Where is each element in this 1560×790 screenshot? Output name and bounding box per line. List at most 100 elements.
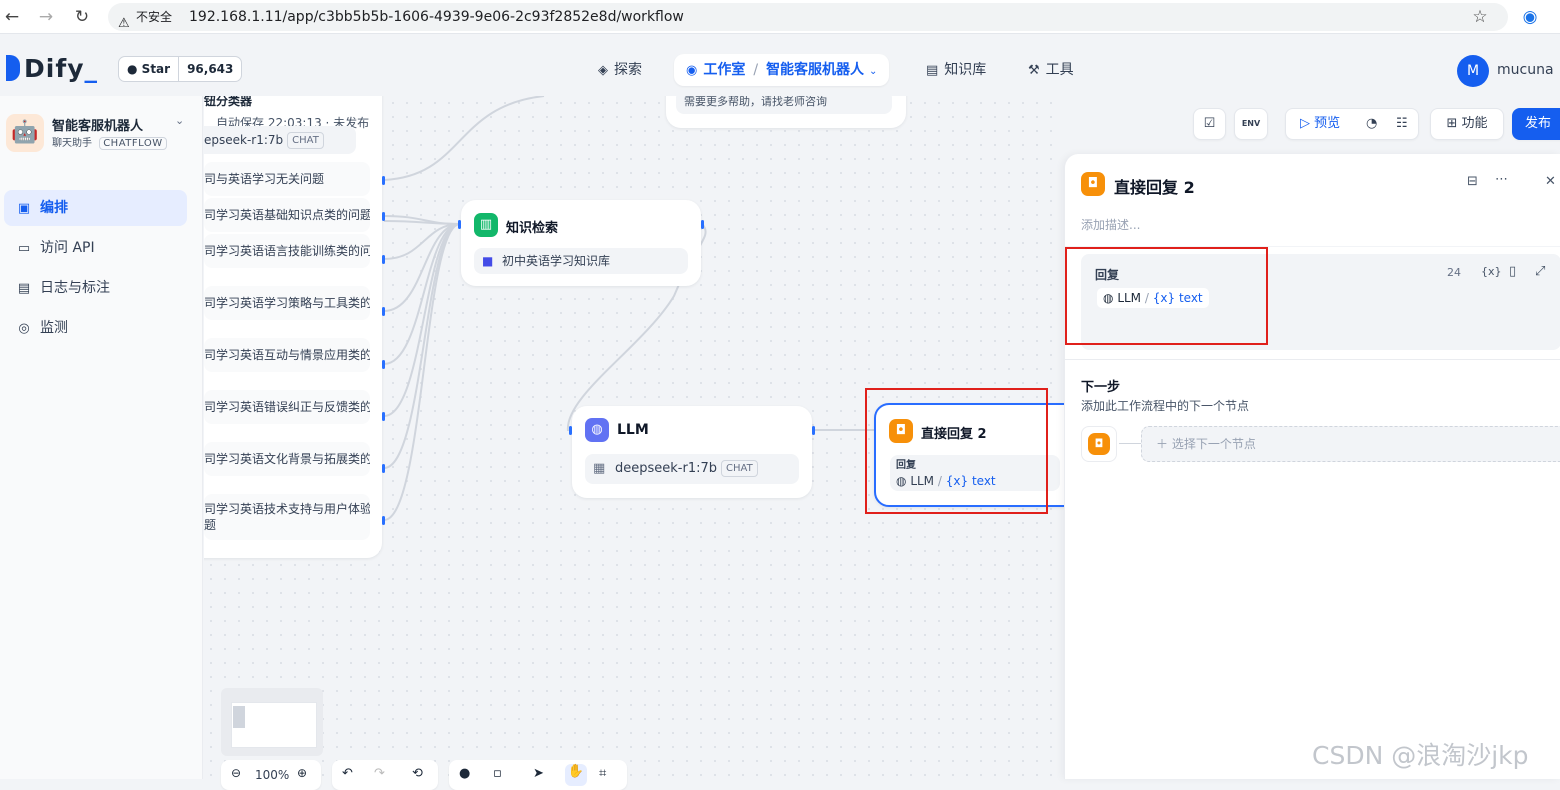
publish-button[interactable]: 发布	[1512, 108, 1560, 140]
output-handle[interactable]	[382, 412, 385, 421]
nav-knowledge[interactable]: ▤ 知识库	[926, 54, 986, 86]
app-header: Dify_ ● Star 96,643 ◈ 探索 ◉ 工作室 / 智能客服机器人 ⌄ ▤…	[0, 34, 1560, 96]
features-button[interactable]: ⊞ 功能	[1430, 108, 1504, 140]
terminal-icon: ▭	[17, 241, 31, 256]
current-node-block: ◘	[1081, 426, 1117, 462]
zoom-out-icon[interactable]: ⊖	[231, 766, 241, 780]
dataset-item[interactable]: ■ 初中英语学习知识库	[474, 248, 688, 274]
current-app-breadcrumb[interactable]: 智能客服机器人	[766, 62, 864, 78]
reload-icon[interactable]: ↻	[72, 7, 92, 27]
github-star-button[interactable]: ● Star 96,643	[118, 56, 243, 82]
minimap[interactable]	[221, 688, 323, 756]
sidebar-item-orchestrate[interactable]: ▣ 编排	[4, 190, 187, 226]
class-item[interactable]: 司学习英语基础知识点类的问题	[204, 198, 370, 232]
knowledge-retrieval-node[interactable]: ▥ 知识检索 ■ 初中英语学习知识库	[461, 200, 701, 286]
play-icon: ▷	[1300, 116, 1310, 131]
sidebar-item-monitor[interactable]: ◎ 监测	[4, 310, 187, 346]
more-icon[interactable]: ⋯	[1495, 172, 1508, 187]
next-step-desc: 添加此工作流程中的下一个节点	[1081, 399, 1250, 413]
preview-button[interactable]: ▷ 预览 ◔ ☷	[1285, 108, 1419, 140]
model-selector[interactable]: epseek-r1:7b CHAT	[204, 126, 356, 154]
output-handle[interactable]	[382, 464, 385, 473]
checklist-icon[interactable]: ☷	[1396, 109, 1408, 139]
sidebar-item-api[interactable]: ▭ 访问 API	[4, 230, 187, 266]
app-name[interactable]: 智能客服机器人	[52, 115, 143, 134]
output-handle[interactable]	[382, 255, 385, 264]
class-item[interactable]: 司学习英语语言技能训练类的问	[204, 234, 370, 268]
node-title: 钮分类器	[204, 96, 253, 108]
reply-icon: ◘	[1088, 433, 1110, 455]
github-icon: ●	[127, 62, 138, 76]
output-handle[interactable]	[382, 212, 385, 221]
user-avatar[interactable]: M	[1457, 55, 1489, 87]
book-icon: ▤	[926, 63, 939, 78]
zoom-in-icon[interactable]: ⊕	[297, 766, 307, 780]
app-tags: 聊天助手 CHATFLOW	[52, 134, 171, 150]
chevron-down-icon[interactable]: ⌄	[175, 114, 184, 127]
compass-icon: ◈	[598, 63, 608, 78]
class-item[interactable]: 司学习英语互动与情景应用类的	[204, 338, 370, 372]
class-item[interactable]: 司学习英语学习策略与工具类的	[204, 286, 370, 320]
insert-variable-icon[interactable]: {x}	[1481, 265, 1502, 278]
address-bar[interactable]: ⚠ 不安全 192.168.1.11/app/c3bb5b5b-1606-4939…	[108, 3, 1508, 31]
history-icon[interactable]: ◔	[1366, 109, 1377, 139]
robot-icon: ◉	[686, 63, 698, 78]
highlight-box	[865, 388, 1048, 514]
panel-title[interactable]: 直接回复 2	[1114, 174, 1195, 198]
document-icon: ▤	[17, 281, 31, 296]
output-handle[interactable]	[382, 360, 385, 369]
app-sidebar: 🤖 智能客服机器人 ⌄ 聊天助手 CHATFLOW ▣ 编排 ▭ 访问 API ▤ 日…	[0, 96, 203, 779]
class-item[interactable]: 司与英语学习无关问题	[204, 162, 370, 196]
zoom-control[interactable]: ⊖ 100% ⊕	[221, 760, 321, 790]
class-item[interactable]: 司学习英语技术支持与用户体验题	[204, 494, 370, 540]
class-item[interactable]: 司学习英语错误纠正与反馈类的	[204, 390, 370, 424]
output-handle[interactable]	[382, 176, 385, 185]
class-item[interactable]: 司学习英语文化背景与拓展类的	[204, 442, 370, 476]
char-count: 24	[1447, 266, 1461, 279]
select-next-node-button[interactable]: ＋ 选择下一个节点	[1141, 426, 1560, 462]
expand-icon[interactable]: ⤢	[1535, 264, 1545, 279]
reply-icon: ◘	[1081, 172, 1105, 196]
bookmark-star-icon[interactable]: ☆	[1470, 7, 1490, 27]
input-handle[interactable]	[569, 426, 572, 435]
grid-icon: ⊞	[1446, 116, 1458, 131]
book-open-icon: ▥	[474, 213, 498, 237]
next-step-title: 下一步	[1081, 380, 1121, 395]
answer-node-top[interactable]: 需要更多帮助，请找老师咨询	[666, 96, 906, 128]
checklist-icon[interactable]: ☑	[1193, 108, 1226, 140]
nav-explore[interactable]: ◈ 探索	[598, 54, 642, 86]
output-handle[interactable]	[382, 516, 385, 525]
llm-icon: ◍	[585, 418, 609, 442]
llm-node[interactable]: ◍ LLM ▦ deepseek-r1:7b CHAT	[572, 406, 812, 498]
plus-icon: ＋	[1156, 437, 1169, 451]
question-classifier-node[interactable]: 钮分类器 自动保存 22:03:13 · 未发布 epseek-r1:7b CHA…	[204, 96, 382, 558]
model-selector[interactable]: ▦ deepseek-r1:7b CHAT	[585, 454, 799, 484]
canvas-tool-controls[interactable]: ● ▫ ➤ ✋ ⌗	[449, 760, 627, 790]
highlight-box	[1065, 247, 1268, 345]
description-input[interactable]: 添加描述...	[1081, 216, 1140, 233]
sidebar-item-logs[interactable]: ▤ 日志与标注	[4, 270, 187, 306]
nav-studio[interactable]: ◉ 工作室 / 智能客服机器人 ⌄	[674, 54, 890, 86]
user-name[interactable]: mucuna	[1497, 62, 1554, 78]
gauge-icon: ◎	[18, 321, 30, 336]
nav-tools[interactable]: ⚒ 工具	[1028, 54, 1074, 86]
input-handle[interactable]	[458, 220, 461, 229]
url-text[interactable]: 192.168.1.11/app/c3bb5b5b-1606-4939-9e06…	[189, 3, 684, 31]
book-icon[interactable]: ⊟	[1467, 174, 1478, 189]
hammer-icon: ⚒	[1028, 63, 1040, 78]
dify-logo[interactable]: Dify_	[6, 54, 98, 83]
env-button[interactable]: ENV	[1234, 108, 1268, 140]
workflow-canvas[interactable]: 钮分类器 自动保存 22:03:13 · 未发布 epseek-r1:7b CHA…	[204, 96, 1064, 779]
forward-icon[interactable]: →	[36, 7, 56, 27]
close-icon[interactable]: ✕	[1545, 174, 1556, 189]
output-handle[interactable]	[701, 220, 704, 229]
hand-icon[interactable]: ✋	[565, 764, 587, 786]
output-handle[interactable]	[812, 426, 815, 435]
back-icon[interactable]: ←	[2, 7, 22, 27]
profile-icon[interactable]: ◉	[1520, 7, 1540, 27]
copy-icon[interactable]: ▯	[1509, 264, 1516, 279]
security-indicator[interactable]: ⚠ 不安全	[118, 3, 172, 31]
history-controls[interactable]: ↶ ↷ ⟲	[332, 760, 438, 790]
model-icon: ▦	[593, 461, 606, 476]
output-handle[interactable]	[382, 307, 385, 316]
